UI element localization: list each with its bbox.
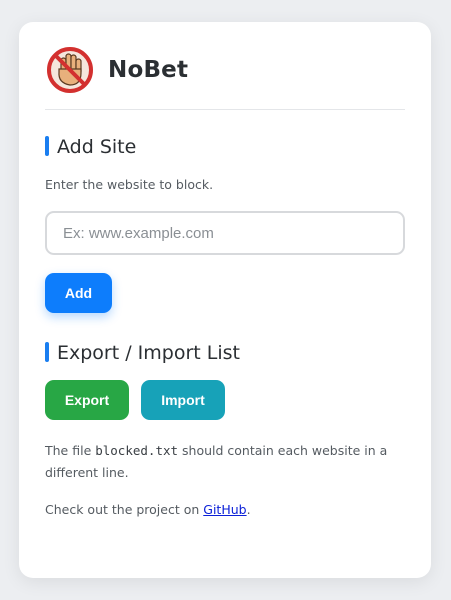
site-input[interactable] bbox=[45, 211, 405, 255]
app-title: NoBet bbox=[108, 57, 189, 83]
import-button[interactable]: Import bbox=[141, 380, 225, 420]
add-site-title: Add Site bbox=[45, 136, 136, 158]
add-site-description: Enter the website to block. bbox=[45, 177, 214, 192]
footer-prefix: Check out the project on bbox=[45, 502, 204, 517]
export-button[interactable]: Export bbox=[45, 380, 129, 420]
footer-suffix: . bbox=[246, 502, 251, 517]
filename: blocked.txt bbox=[95, 443, 179, 458]
add-button[interactable]: Add bbox=[45, 273, 112, 313]
header: NoBet bbox=[45, 42, 405, 110]
no-gambling-hand-icon bbox=[47, 47, 93, 93]
github-note: Check out the project on GitHub. bbox=[45, 499, 395, 521]
note-prefix: The file bbox=[45, 443, 96, 458]
file-format-note: The file blocked.txt should contain each… bbox=[45, 440, 395, 484]
popup-card: NoBet Add Site Enter the website to bloc… bbox=[19, 22, 431, 578]
github-link[interactable]: GitHub bbox=[203, 502, 246, 517]
export-import-title: Export / Import List bbox=[45, 342, 240, 364]
